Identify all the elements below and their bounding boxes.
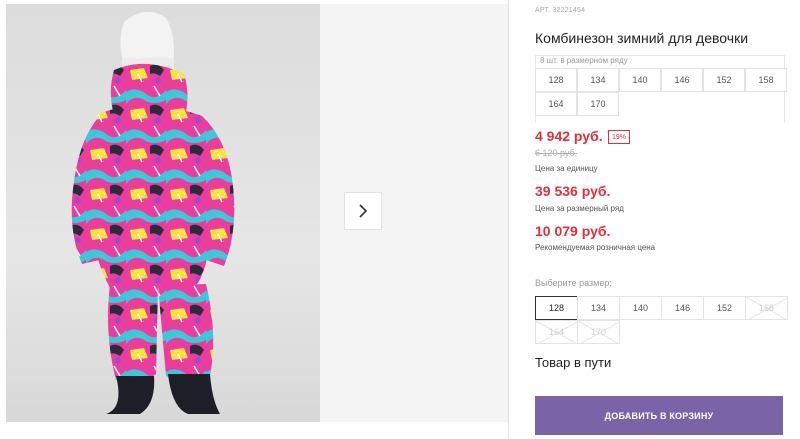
row-size-cell: 128 [535, 68, 577, 92]
unit-price-label: Цена за единицу [535, 164, 598, 173]
unit-price: 4 942 руб. [535, 128, 603, 144]
size-option-158: 158 [745, 296, 788, 320]
size-row-hint: 8 шт. в размерном ряду [540, 56, 628, 65]
size-option-152[interactable]: 152 [703, 296, 746, 320]
size-picker-label: Выберите размер: [535, 278, 612, 288]
old-price: 6 120 руб. [535, 148, 578, 158]
size-option-170: 170 [577, 320, 620, 344]
row-size-cell: 170 [577, 92, 619, 116]
chevron-right-icon [359, 204, 368, 218]
size-option-label: 134 [590, 303, 607, 313]
size-option-label: 140 [632, 303, 649, 313]
size-option-label: 170 [590, 327, 607, 337]
row-size-cell: 164 [535, 92, 577, 116]
add-to-cart-button[interactable]: ДОБАВИТЬ В КОРЗИНУ [535, 396, 783, 435]
row-size-cell: 152 [703, 68, 745, 92]
retail-price: 10 079 руб. [535, 223, 611, 239]
size-option-134[interactable]: 134 [577, 296, 620, 320]
size-option-label: 164 [548, 327, 565, 337]
size-option-label: 158 [758, 303, 775, 313]
size-option-164: 164 [535, 320, 578, 344]
size-option-146[interactable]: 146 [661, 296, 704, 320]
product-photo[interactable] [6, 4, 320, 422]
retail-price-label: Рекомендуемая розничная цена [535, 243, 656, 252]
product-gallery [0, 0, 508, 439]
size-option-label: 152 [716, 303, 733, 313]
row-price: 39 536 руб. [535, 183, 611, 199]
row-size-cell: 134 [577, 68, 619, 92]
availability-status: Товар в пути [535, 355, 612, 370]
size-option-140[interactable]: 140 [619, 296, 662, 320]
row-price-label: Цена за размерный ряд [535, 204, 624, 213]
row-size-cell: 146 [661, 68, 703, 92]
size-option-128[interactable]: 128 [535, 296, 578, 320]
product-photo-illustration [71, 11, 235, 414]
discount-badge: 19% [608, 130, 630, 144]
gallery-divider [508, 0, 509, 439]
product-sku: АРТ. 32221454 [535, 7, 586, 14]
row-size-cell: 140 [619, 68, 661, 92]
size-option-label: 146 [674, 303, 691, 313]
next-image-button[interactable] [344, 192, 382, 230]
size-option-label: 128 [548, 303, 565, 313]
row-size-cell: 158 [745, 68, 787, 92]
product-title: Комбинезон зимний для девочки [535, 30, 749, 46]
